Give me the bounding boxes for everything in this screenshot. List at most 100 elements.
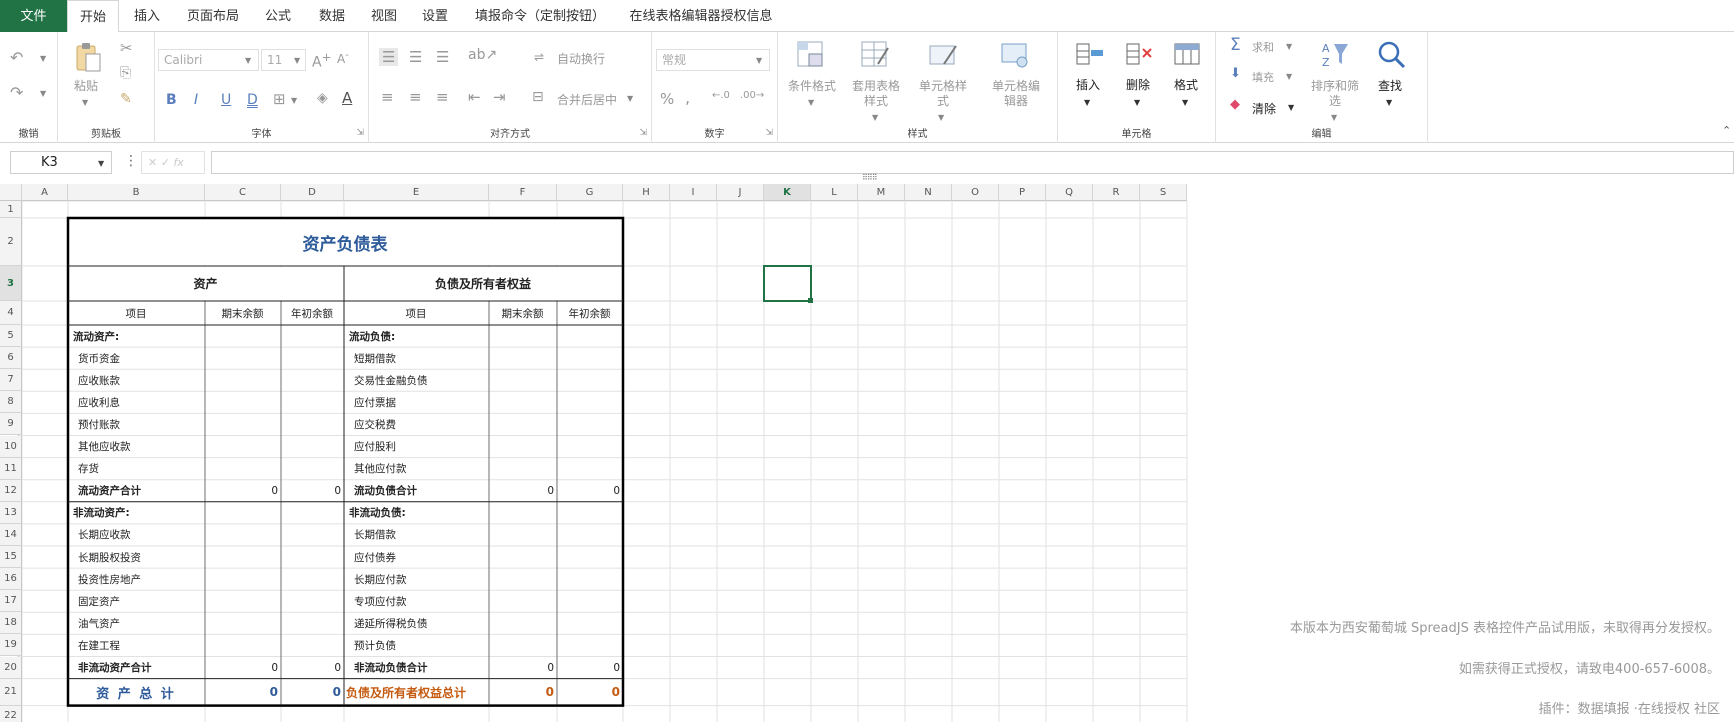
font-name-dropdown-icon[interactable]: ▼: [245, 56, 251, 65]
fx-icon[interactable]: fx: [173, 156, 183, 169]
comma-icon[interactable]: ,: [685, 88, 690, 107]
tab-license-info[interactable]: 在线表格编辑器授权信息: [626, 0, 776, 32]
liab-label[interactable]: 流动负债:: [346, 325, 486, 347]
assets-end-header[interactable]: 期末余额: [207, 301, 278, 325]
row-header-9[interactable]: 9: [0, 413, 22, 436]
liab-end-value[interactable]: 0: [491, 657, 554, 679]
orientation-icon[interactable]: ab↗: [468, 47, 497, 63]
row-header-13[interactable]: 13: [0, 501, 22, 524]
asset-begin-value[interactable]: [283, 325, 341, 347]
liab-end-value[interactable]: 0: [491, 480, 554, 502]
tab-fill-commands[interactable]: 填报命令（定制按钮）: [470, 0, 610, 32]
asset-begin-value[interactable]: [283, 524, 341, 546]
column-header-E[interactable]: E: [344, 184, 489, 201]
sort-filter-icon[interactable]: A Z: [1320, 40, 1352, 70]
tab-home[interactable]: 开始: [67, 0, 119, 33]
cell-style-icon[interactable]: [928, 40, 958, 70]
row-header-17[interactable]: 17: [0, 590, 22, 613]
row-header-15[interactable]: 15: [0, 546, 22, 569]
format-painter-icon[interactable]: ✎: [120, 91, 132, 107]
tab-formulas[interactable]: 公式: [256, 0, 300, 32]
sheet-title[interactable]: 资产负债表: [70, 218, 620, 266]
liab-end-value[interactable]: [491, 546, 554, 568]
liab-begin-value[interactable]: [559, 413, 620, 435]
align-middle-icon[interactable]: ☰: [409, 48, 422, 66]
liab-end-value[interactable]: [491, 391, 554, 413]
column-header-J[interactable]: J: [717, 184, 764, 201]
delete-cells-icon[interactable]: [1125, 42, 1155, 68]
search-icon[interactable]: [1377, 40, 1407, 70]
asset-begin-value[interactable]: [283, 612, 341, 634]
asset-begin-value[interactable]: 0: [283, 657, 341, 679]
liab-begin-value[interactable]: [559, 502, 620, 524]
liab-label[interactable]: 递延所得税负债: [346, 612, 486, 634]
asset-begin-value[interactable]: 0: [283, 480, 341, 502]
liab-label[interactable]: 长期应付款: [346, 568, 486, 590]
column-header-L[interactable]: L: [811, 184, 858, 201]
assets-item-header[interactable]: 项目: [70, 301, 202, 325]
column-header-K[interactable]: K: [764, 184, 811, 201]
find-dropdown-icon[interactable]: ▼: [1386, 98, 1392, 107]
tab-data[interactable]: 数据: [310, 0, 354, 32]
assets-begin-header[interactable]: 年初余额: [283, 301, 341, 325]
asset-end-value[interactable]: [207, 347, 278, 369]
asset-label[interactable]: 预付账款: [70, 413, 202, 435]
column-header-R[interactable]: R: [1093, 184, 1140, 201]
liab-end-value[interactable]: [491, 524, 554, 546]
asset-label[interactable]: 其他应收款: [70, 436, 202, 458]
asset-label[interactable]: 流动资产合计: [70, 480, 202, 502]
asset-end-value[interactable]: [207, 436, 278, 458]
liab-label[interactable]: 应付债券: [346, 546, 486, 568]
liab-begin-value[interactable]: [559, 347, 620, 369]
splitter-handle-icon[interactable]: ⠿⠿⠿: [862, 173, 878, 182]
liab-begin-value[interactable]: [559, 546, 620, 568]
cell-editor-icon[interactable]: [1000, 40, 1030, 70]
column-header-Q[interactable]: Q: [1046, 184, 1093, 201]
liab-label[interactable]: 非流动负债合计: [346, 657, 486, 679]
sum-icon[interactable]: Σ: [1230, 35, 1241, 55]
liab-begin-value[interactable]: 0: [559, 657, 620, 679]
asset-end-value[interactable]: [207, 391, 278, 413]
clear-button[interactable]: 清除: [1252, 100, 1276, 117]
font-color-icon[interactable]: A: [342, 89, 352, 107]
liab-end-value[interactable]: [491, 634, 554, 656]
liab-label[interactable]: 流动负债合计: [346, 480, 486, 502]
liab-label[interactable]: 长期借款: [346, 524, 486, 546]
fill-color-icon[interactable]: ◈: [317, 90, 328, 106]
cell-style-button[interactable]: 单元格样式: [916, 79, 970, 109]
cell-style-dropdown-icon[interactable]: ▼: [938, 113, 944, 122]
redo-dropdown-icon[interactable]: ▼: [40, 89, 46, 98]
number-dialog-launcher-icon[interactable]: ⇲: [765, 128, 773, 138]
italic-button[interactable]: I: [194, 92, 198, 108]
liab-begin-value[interactable]: [559, 524, 620, 546]
column-header-H[interactable]: H: [623, 184, 670, 201]
asset-end-value[interactable]: [207, 590, 278, 612]
fill-dropdown-icon[interactable]: ▼: [1286, 72, 1292, 81]
liab-label[interactable]: 预计负债: [346, 634, 486, 656]
redo-icon[interactable]: ↷: [10, 83, 23, 102]
asset-label[interactable]: 流动资产:: [70, 325, 202, 347]
grow-font-icon[interactable]: A+: [312, 50, 331, 71]
row-header-4[interactable]: 4: [0, 301, 22, 325]
table-style-icon[interactable]: [860, 40, 890, 70]
row-header-14[interactable]: 14: [0, 523, 22, 546]
total-liab-label[interactable]: 负债及所有者权益总计: [346, 679, 486, 706]
sheet-grid[interactable]: A B C D E F G H I J K L M N O P Q R S 1 2 3 4 5 6 7 8 9 10 11 12 13 14 15…: [0, 184, 1734, 722]
tab-page-layout[interactable]: 页面布局: [180, 0, 246, 32]
liab-label[interactable]: 专项应付款: [346, 590, 486, 612]
liab-label[interactable]: 短期借款: [346, 347, 486, 369]
asset-begin-value[interactable]: [283, 502, 341, 524]
liab-end-value[interactable]: [491, 458, 554, 480]
asset-begin-value[interactable]: [283, 634, 341, 656]
total-assets-label[interactable]: 资 产 总 计: [70, 679, 202, 706]
row-header-19[interactable]: 19: [0, 634, 22, 657]
cancel-icon[interactable]: ✕: [148, 156, 157, 169]
asset-end-value[interactable]: [207, 369, 278, 391]
sort-filter-button[interactable]: 排序和筛选: [1310, 79, 1360, 109]
row-header-21[interactable]: 21: [0, 678, 22, 706]
liab-begin-value[interactable]: [559, 634, 620, 656]
row-header-12[interactable]: 12: [0, 479, 22, 502]
border-icon[interactable]: ⊞: [273, 90, 286, 108]
asset-end-value[interactable]: [207, 413, 278, 435]
name-box-dropdown-icon[interactable]: ▼: [98, 159, 104, 168]
